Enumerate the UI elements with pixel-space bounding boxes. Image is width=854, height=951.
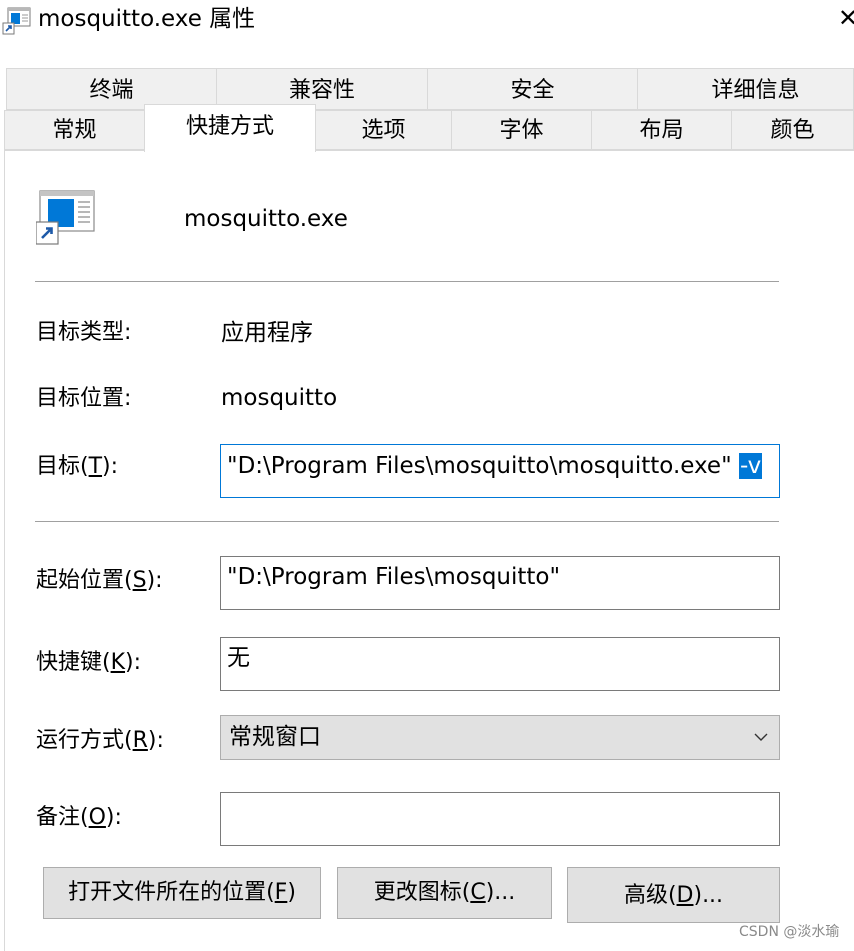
target-type-value: 应用程序 (221, 320, 313, 346)
advanced-post: )... (693, 883, 724, 908)
run-mode-value: 常规窗口 (229, 724, 321, 750)
start-in-label-post: ): (146, 568, 163, 593)
tab-colors[interactable]: 颜色 (731, 110, 854, 150)
tab-details[interactable]: 详细信息 (637, 68, 854, 110)
start-in-label: 起始位置(S): (36, 566, 163, 596)
watermark: CSDN @淡水瑜 (739, 924, 840, 940)
tab-shortcut[interactable]: 快捷方式 (144, 104, 316, 152)
start-in-input[interactable]: "D:\Program Files\mosquitto" (220, 556, 780, 610)
target-location-label: 目标位置: (36, 386, 132, 411)
comment-label-key: O (88, 805, 106, 830)
shortcut-app-icon (2, 7, 31, 35)
target-label-pre: 目标( (36, 454, 89, 479)
app-name: mosquitto.exe (184, 206, 348, 232)
shortcut-key-label-post: ): (125, 650, 142, 675)
change-icon-key: C (470, 880, 486, 905)
open-location-post: ) (287, 880, 296, 905)
close-icon: ✕ (838, 4, 854, 32)
comment-input[interactable] (220, 792, 780, 846)
target-input[interactable]: "D:\Program Files\mosquitto\mosquitto.ex… (220, 444, 780, 498)
shortcut-key-label-key: K (110, 650, 126, 675)
start-in-label-key: S (132, 568, 147, 593)
start-in-label-pre: 起始位置( (36, 568, 133, 593)
change-icon-button[interactable]: 更改图标(C)... (337, 867, 552, 919)
shortcut-key-label: 快捷键(K): (36, 648, 141, 678)
target-input-selection: -v (738, 453, 763, 479)
shortcut-key-input[interactable]: 无 (220, 637, 780, 691)
change-icon-pre: 更改图标( (373, 880, 471, 905)
tab-security[interactable]: 安全 (427, 68, 638, 110)
advanced-pre: 高级( (623, 883, 677, 908)
target-input-text: "D:\Program Files\mosquitto\mosquitto.ex… (227, 453, 739, 479)
tab-strip: 终端 兼容性 安全 详细信息 常规 快捷方式 选项 字体 布局 颜色 (0, 46, 854, 152)
tab-options[interactable]: 选项 (315, 110, 452, 150)
run-label-key: R (132, 728, 148, 753)
open-file-location-button[interactable]: 打开文件所在的位置(F) (43, 867, 321, 919)
close-button[interactable]: ✕ (838, 2, 854, 36)
run-label-pre: 运行方式( (36, 728, 133, 753)
open-location-pre: 打开文件所在的位置( (68, 880, 275, 905)
run-mode-select[interactable]: 常规窗口 (220, 715, 780, 760)
comment-label: 备注(O): (36, 803, 122, 833)
target-label-key: T (88, 454, 103, 479)
chevron-down-icon (754, 733, 768, 741)
shortcut-key-label-pre: 快捷键( (36, 650, 111, 675)
divider (35, 521, 779, 522)
open-location-key: F (274, 880, 288, 905)
target-location-value: mosquitto (221, 385, 338, 411)
target-type-label: 目标类型: (36, 320, 132, 345)
advanced-key: D (676, 883, 694, 908)
tab-general[interactable]: 常规 (4, 110, 145, 150)
run-label: 运行方式(R): (36, 726, 164, 756)
target-label-post: ): (102, 454, 119, 479)
divider (35, 281, 779, 282)
title-bar: mosquitto.exe 属性 ✕ (0, 0, 854, 46)
application-shortcut-icon (36, 190, 95, 245)
comment-label-post: ): (105, 805, 122, 830)
tab-font[interactable]: 字体 (451, 110, 592, 150)
change-icon-post: )... (485, 880, 516, 905)
comment-label-pre: 备注( (36, 805, 89, 830)
window-title: mosquitto.exe 属性 (38, 6, 256, 32)
target-label: 目标(T): (36, 452, 118, 482)
advanced-button[interactable]: 高级(D)... (567, 867, 780, 923)
tab-layout[interactable]: 布局 (591, 110, 732, 150)
run-label-post: ): (147, 728, 164, 753)
